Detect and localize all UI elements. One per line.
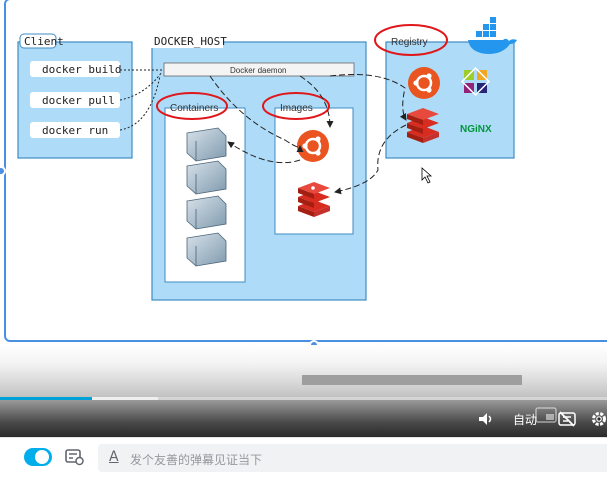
quality-selector[interactable]: 自动 (513, 411, 537, 428)
docker-daemon-label: Docker daemon (230, 66, 286, 75)
container-icon (186, 160, 227, 195)
danmaku-input-placeholder: 发个友善的弹幕见证当下 (130, 453, 263, 467)
nginx-label: NGiNX (460, 124, 492, 135)
player-control-bar: 自动 (0, 400, 607, 437)
container-icon (186, 195, 227, 230)
video-player-page: Client docker build docker pull docker r… (0, 0, 607, 495)
ubuntu-logo-icon (297, 130, 329, 162)
docker-host-title: DOCKER_HOST (154, 35, 227, 48)
images-label: Images (280, 103, 313, 114)
volume-icon[interactable] (477, 410, 495, 428)
danmaku-input[interactable]: A 发个友善的弹幕见证当下 (98, 444, 607, 472)
docker-host-box: DOCKER_HOST Docker daemon Containers Ima… (151, 34, 367, 301)
registry-box: Registry NGiNX (374, 17, 517, 159)
toggle-knob (35, 450, 49, 464)
horizontal-scrollbar-thumb[interactable] (302, 375, 522, 385)
containers-label: Containers (170, 103, 218, 114)
video-area[interactable]: Client docker build docker pull docker r… (0, 0, 607, 437)
container-icon (186, 232, 227, 267)
mouse-cursor-icon (421, 167, 433, 184)
container-icon (186, 127, 227, 162)
command-docker-pull: docker pull (42, 94, 115, 107)
danmaku-off-icon[interactable] (558, 410, 576, 428)
danmaku-bar: A 发个友善的弹幕见证当下 (0, 437, 607, 495)
danmaku-settings-icon[interactable] (65, 448, 85, 466)
ubuntu-logo-icon (408, 67, 440, 99)
docker-architecture-diagram: Client docker build docker pull docker r… (17, 17, 517, 301)
picture-in-picture-icon[interactable] (535, 407, 557, 423)
registry-title: Registry (391, 37, 428, 48)
danmaku-toggle-switch[interactable] (24, 448, 52, 466)
font-style-icon[interactable]: A (109, 449, 119, 465)
gear-icon[interactable] (590, 410, 607, 428)
command-docker-run: docker run (42, 124, 108, 137)
client-box: Client docker build docker pull docker r… (17, 33, 133, 159)
command-docker-build: docker build (42, 63, 121, 76)
client-title: Client (24, 35, 64, 48)
